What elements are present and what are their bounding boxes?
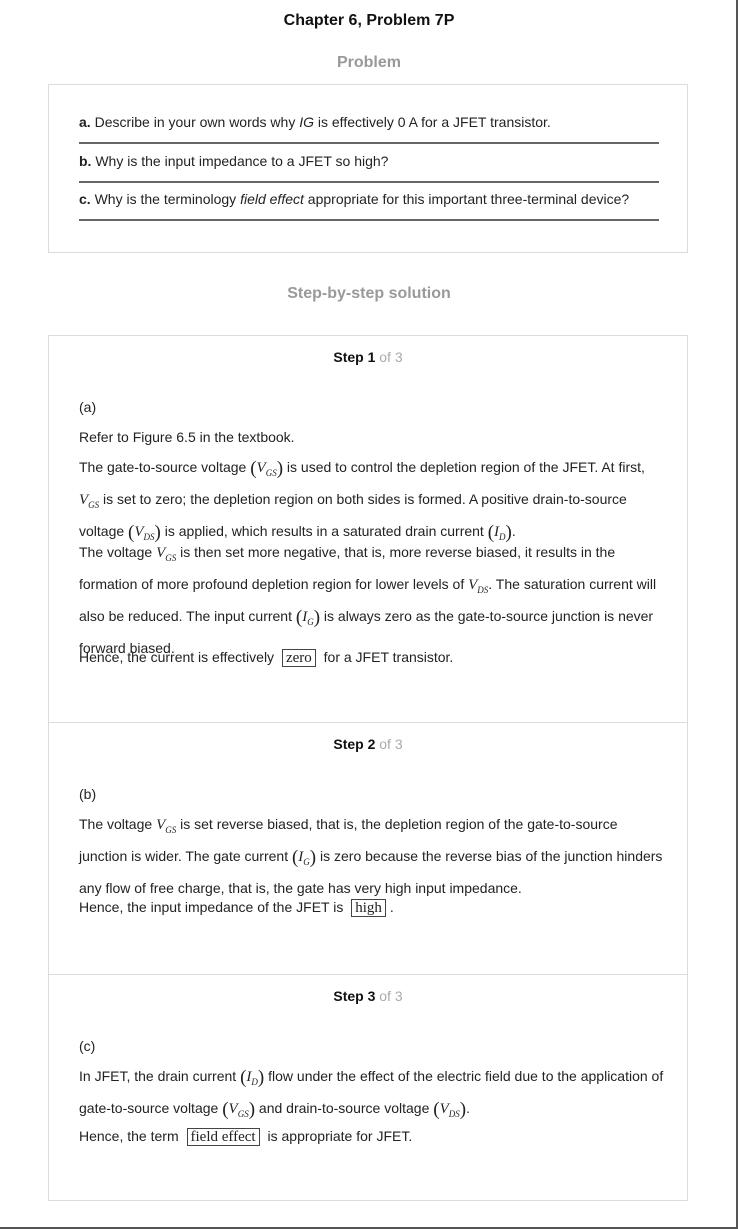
step-1-para-1: Refer to Figure 6.5 in the textbook. (79, 429, 295, 445)
problem-em-ig: IG (299, 114, 314, 130)
step-1-number: Step 1 (333, 349, 376, 365)
step-3-header: Step 3 of 3 (49, 988, 687, 1004)
problem-em-field-effect: field effect (240, 191, 304, 207)
vgs-symbol: (VGS) (222, 1099, 256, 1120)
id-symbol: (ID) (240, 1067, 265, 1088)
vgs-symbol: VGS (79, 492, 100, 510)
step-divider (49, 974, 687, 975)
problem-text-c: Why is the terminology (90, 191, 241, 207)
step-2-part-label: (b) (79, 786, 97, 802)
problem-part-b: b. Why is the input impedance to a JFET … (79, 143, 659, 183)
step-3-part-label: (c) (79, 1038, 96, 1054)
solution-heading: Step-by-step solution (287, 285, 451, 302)
ig-symbol: (IG) (291, 847, 317, 868)
vgs-symbol: VGS (156, 817, 177, 835)
step-divider (49, 722, 687, 723)
step-2-answer-box: high (351, 899, 386, 917)
vgs-symbol: (VGS) (250, 458, 284, 479)
step-3-answer-box: field effect (186, 1128, 260, 1146)
step-3-conclusion: Hence, the term field effect is appropri… (79, 1128, 413, 1146)
id-symbol: (ID) (487, 522, 512, 543)
problem-label-c: c. (79, 191, 91, 207)
step-1-header: Step 1 of 3 (49, 349, 687, 365)
step-2-of-total: of 3 (375, 736, 403, 752)
problem-text-a-end: is effectively 0 A for a JFET transistor… (314, 114, 551, 130)
step-2-header: Step 2 of 3 (49, 736, 687, 752)
problem-box: a. Describe in your own words why IG is … (48, 84, 688, 253)
step-2-number: Step 2 (333, 736, 376, 752)
step-1-part-label: (a) (79, 399, 97, 415)
step-3-para-1: In JFET, the drain current (ID) flow und… (79, 1067, 664, 1120)
vds-symbol: (VDS) (128, 522, 161, 543)
problem-text-c-end: appropriate for this important three-ter… (303, 191, 630, 207)
vds-symbol: VDS (468, 577, 489, 595)
page-title: Chapter 6, Problem 7P (283, 12, 455, 29)
step-1-para-3: The voltage VGS is then set more negativ… (79, 544, 657, 656)
vds-symbol: (VDS) (433, 1099, 467, 1120)
problem-text-b: Why is the input impedance to a JFET so … (91, 153, 389, 169)
problem-text-a: Describe in your own words why (90, 114, 300, 130)
step-3-number: Step 3 (333, 988, 376, 1004)
problem-part-a: a. Describe in your own words why IG is … (79, 104, 659, 144)
step-1-conclusion: Hence, the current is effectively zero f… (79, 649, 454, 667)
ig-symbol: (IG) (295, 607, 321, 628)
step-3-of-total: of 3 (375, 988, 403, 1004)
step-1-of-total: of 3 (375, 349, 403, 365)
step-2-conclusion: Hence, the input impedance of the JFET i… (79, 899, 394, 917)
problem-label-b: b. (79, 153, 92, 169)
step-1-para-2: The gate-to-source voltage (VGS) is used… (79, 458, 645, 543)
problem-label-a: a. (79, 114, 91, 130)
solution-box: Step 1 of 3 (a) Refer to Figure 6.5 in t… (48, 335, 688, 1201)
problem-part-c: c. Why is the terminology field effect a… (79, 181, 659, 221)
step-1-answer-box: zero (281, 649, 316, 667)
problem-heading: Problem (336, 54, 401, 71)
vgs-symbol: VGS (156, 545, 177, 563)
step-2-para-1: The voltage VGS is set reverse biased, t… (79, 816, 663, 896)
